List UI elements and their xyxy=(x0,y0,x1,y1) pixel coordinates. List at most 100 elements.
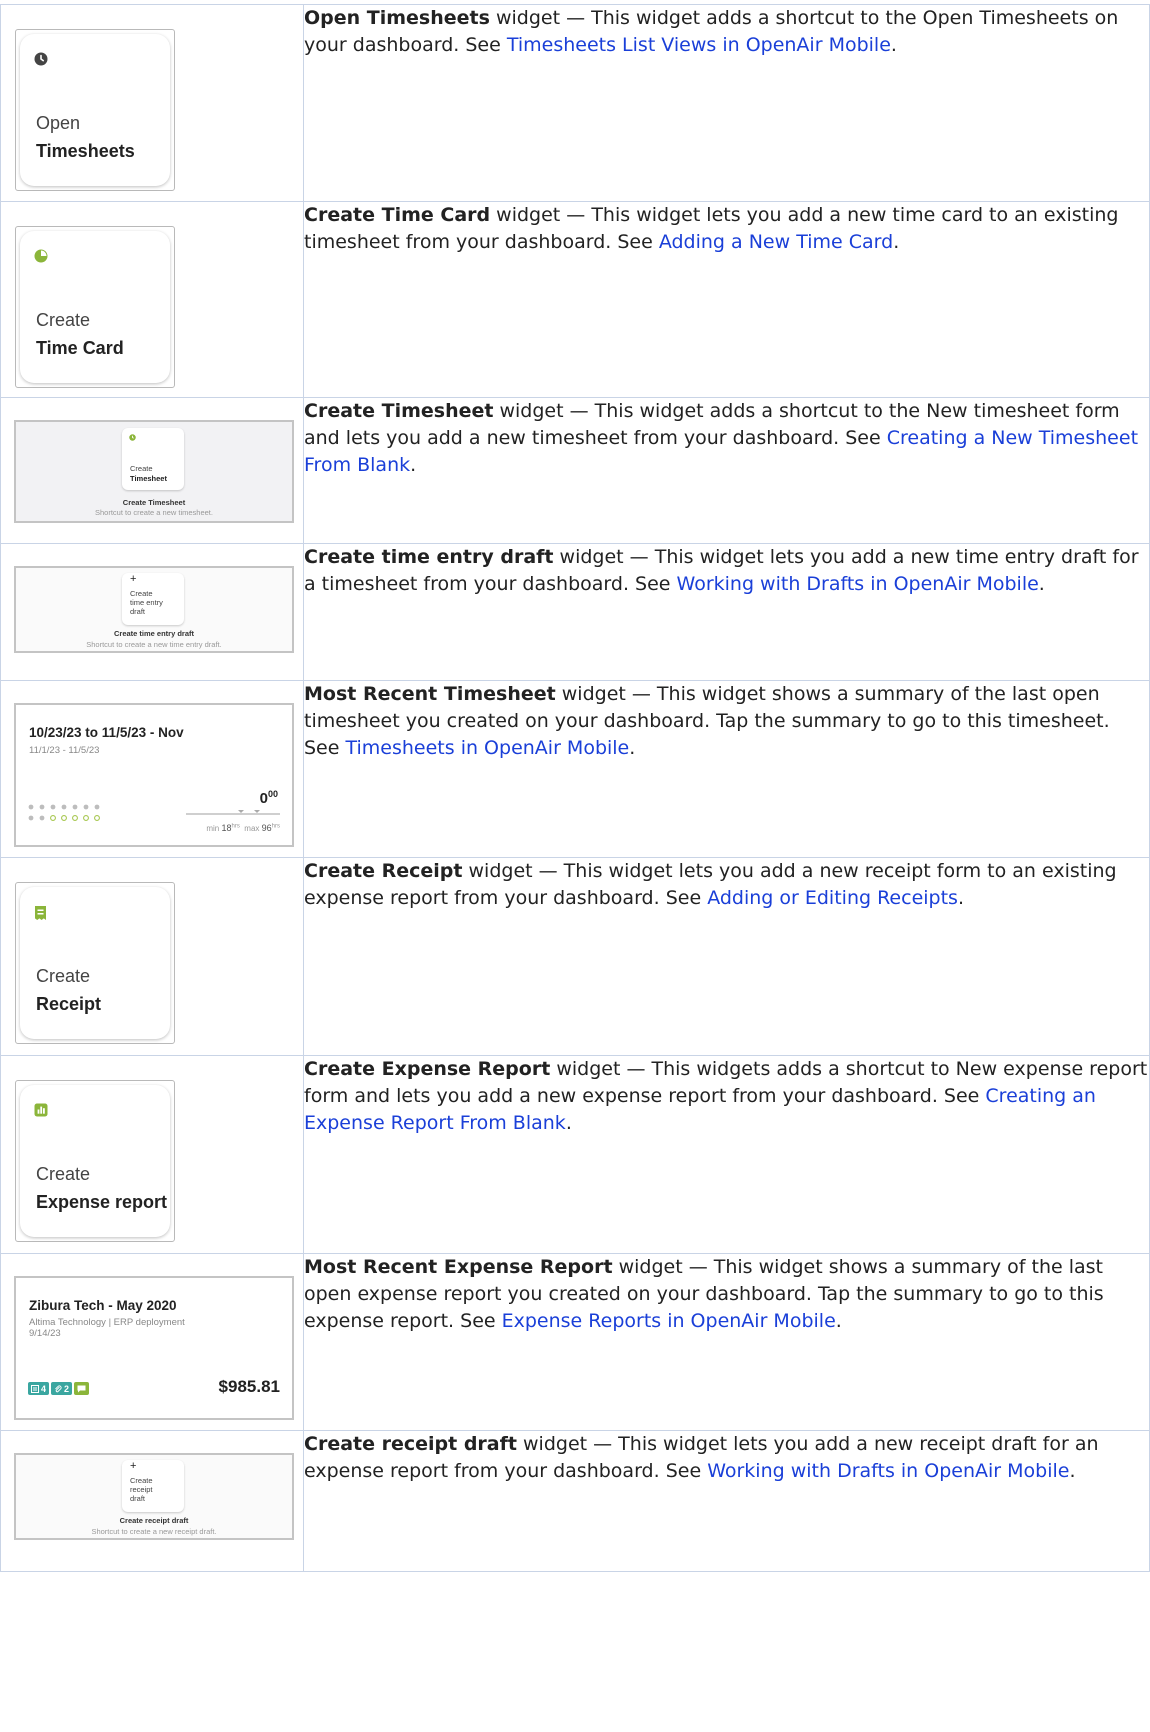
tile-line1: Open xyxy=(36,113,81,133)
description-end: . xyxy=(890,34,897,56)
comment-icon xyxy=(77,1385,86,1392)
description-end: . xyxy=(629,737,636,759)
max-value: 96 xyxy=(261,823,272,833)
widget-subcaption: Shortcut to create a new timesheet. xyxy=(95,508,213,517)
receipt-icon xyxy=(35,906,46,920)
widget-image-cell: Create Time Card xyxy=(0,201,304,398)
clock-icon xyxy=(34,52,48,66)
mini-line1: Create xyxy=(130,464,153,473)
widget-caption: Create receipt draft xyxy=(119,1516,189,1525)
expense-amount: $985.81 xyxy=(218,1377,280,1396)
tile-line1: Create xyxy=(36,310,91,330)
doc-link[interactable]: Timesheets List Views in OpenAir Mobile xyxy=(507,34,891,56)
doc-link[interactable]: Adding or Editing Receipts xyxy=(707,887,958,909)
tile-line2: Time Card xyxy=(36,338,124,358)
widget-image-cell: Create Timesheet Create Timesheet Shortc… xyxy=(0,397,304,544)
widget-image-cell: Open Timesheets xyxy=(0,4,304,202)
table-row: + Create receipt draft Create receipt dr… xyxy=(0,1430,1150,1572)
expense-report-project: Altima Technology | ERP deployment xyxy=(29,1317,185,1328)
widget-name: Open Timesheets xyxy=(304,7,490,29)
day-dots xyxy=(28,804,100,821)
timesheet-title: 10/23/23 to 11/5/23 - Nov xyxy=(29,725,184,740)
create-time-card-tile: Create Time Card xyxy=(15,226,175,388)
expense-report-date: 9/14/23 xyxy=(29,1328,61,1339)
mini-line2: time entry xyxy=(130,598,163,607)
description-end: . xyxy=(835,1310,842,1332)
widget-caption: Create Timesheet xyxy=(122,498,186,507)
widget-description: Most Recent Timesheet widget — This widg… xyxy=(303,680,1150,858)
mini-line1: Create xyxy=(130,1476,153,1485)
table-row: Open Timesheets Open Timesheets widget —… xyxy=(0,4,1150,202)
description-end: . xyxy=(410,454,417,476)
clock-icon xyxy=(129,434,136,441)
receipts-count: 4 xyxy=(41,1383,47,1394)
widget-name: Create time entry draft xyxy=(304,546,554,568)
widget-image-cell: 10/23/23 to 11/5/23 - Nov 11/1/23 - 11/5… xyxy=(0,680,304,858)
doc-link[interactable]: Working with Drafts in OpenAir Mobile xyxy=(677,573,1039,595)
widget-description: Create receipt draft widget — This widge… xyxy=(303,1430,1150,1572)
mini-tile: + Create receipt draft xyxy=(122,1460,184,1512)
widget-description: Open Timesheets widget — This widget add… xyxy=(303,4,1150,202)
max-unit: hrs xyxy=(271,823,280,830)
tile-line1: Create xyxy=(36,1164,91,1184)
table-row: + Create time entry draft Create time en… xyxy=(0,543,1150,681)
doc-link[interactable]: Adding a New Time Card xyxy=(659,231,893,253)
paperclip-icon xyxy=(55,1384,62,1392)
widget-description: Most Recent Expense Report widget — This… xyxy=(303,1253,1150,1431)
mini-line2: Timesheet xyxy=(130,474,167,483)
widget-name: Most Recent Timesheet xyxy=(304,683,556,705)
widget-image-cell: Zibura Tech - May 2020 Altima Technology… xyxy=(0,1253,304,1431)
widget-subcaption: Shortcut to create a new receipt draft. xyxy=(91,1527,217,1536)
min-label: min xyxy=(206,824,220,833)
mini-line3: draft xyxy=(130,607,146,616)
table-row: Create Timesheet Create Timesheet Shortc… xyxy=(0,397,1150,544)
max-label: max xyxy=(244,824,260,833)
timesheet-dates: 11/1/23 - 11/5/23 xyxy=(29,745,100,756)
description-end: . xyxy=(893,231,900,253)
widget-image-cell: Create Receipt xyxy=(0,857,304,1056)
tile-line2: Expense report xyxy=(36,1192,168,1212)
widget-name: Create Time Card xyxy=(304,204,491,226)
widget-description: Create time entry draft widget — This wi… xyxy=(303,543,1150,681)
widget-description: Create Expense Report widget — This widg… xyxy=(303,1055,1150,1254)
tile-line1: Create xyxy=(36,966,91,986)
expense-badges: 4 2 xyxy=(28,1382,90,1395)
receipt-icon xyxy=(31,1384,39,1393)
table-row: 10/23/23 to 11/5/23 - Nov 11/1/23 - 11/5… xyxy=(0,680,1150,858)
hours-value: 0 xyxy=(259,790,268,807)
widget-name: Create Timesheet xyxy=(304,400,494,422)
widget-description: Create Timesheet widget — This widget ad… xyxy=(303,397,1150,544)
hours-range: min 18hrs max 96hrs xyxy=(206,823,280,833)
doc-link[interactable]: Expense Reports in OpenAir Mobile xyxy=(502,1310,836,1332)
attachments-badge: 2 xyxy=(51,1382,73,1395)
widget-description: Create Time Card widget — This widget le… xyxy=(303,201,1150,398)
doc-link[interactable]: Timesheets in OpenAir Mobile xyxy=(345,737,629,759)
widget-image-cell: Create Expense report xyxy=(0,1055,304,1254)
widget-name: Create Receipt xyxy=(304,860,463,882)
description-end: . xyxy=(1038,573,1045,595)
tile-line2: Receipt xyxy=(36,994,102,1014)
widget-description: Create Receipt widget — This widget lets… xyxy=(303,857,1150,1056)
create-receipt-tile: Create Receipt xyxy=(15,882,175,1044)
expense-report-title: Zibura Tech - May 2020 xyxy=(29,1298,177,1313)
widgets-table: Open Timesheets Open Timesheets widget —… xyxy=(0,4,1150,1572)
description-end: . xyxy=(957,887,964,909)
create-time-entry-draft-screenshot: + Create time entry draft Create time en… xyxy=(14,566,294,653)
plus-icon: + xyxy=(130,1460,137,1472)
min-unit: hrs xyxy=(231,823,240,830)
widget-name: Create Expense Report xyxy=(304,1058,551,1080)
pie-clock-icon xyxy=(34,249,48,263)
mini-tile: + Create time entry draft xyxy=(122,573,184,625)
recent-timesheet-card: 10/23/23 to 11/5/23 - Nov 11/1/23 - 11/5… xyxy=(14,703,294,847)
receipts-badge: 4 xyxy=(28,1382,50,1395)
tile-line2: Timesheets xyxy=(36,141,135,161)
doc-link[interactable]: Working with Drafts in OpenAir Mobile xyxy=(707,1460,1069,1482)
table-row: Zibura Tech - May 2020 Altima Technology… xyxy=(0,1253,1150,1431)
widget-image-cell: + Create time entry draft Create time en… xyxy=(0,543,304,681)
create-receipt-draft-screenshot: + Create receipt draft Create receipt dr… xyxy=(14,1453,294,1540)
table-row: Create Expense report Create Expense Rep… xyxy=(0,1055,1150,1254)
hours-total: 000 xyxy=(260,789,278,807)
recent-expense-report-card: Zibura Tech - May 2020 Altima Technology… xyxy=(14,1276,294,1420)
expense-report-icon xyxy=(34,1103,48,1117)
widget-name: Create receipt draft xyxy=(304,1433,517,1455)
